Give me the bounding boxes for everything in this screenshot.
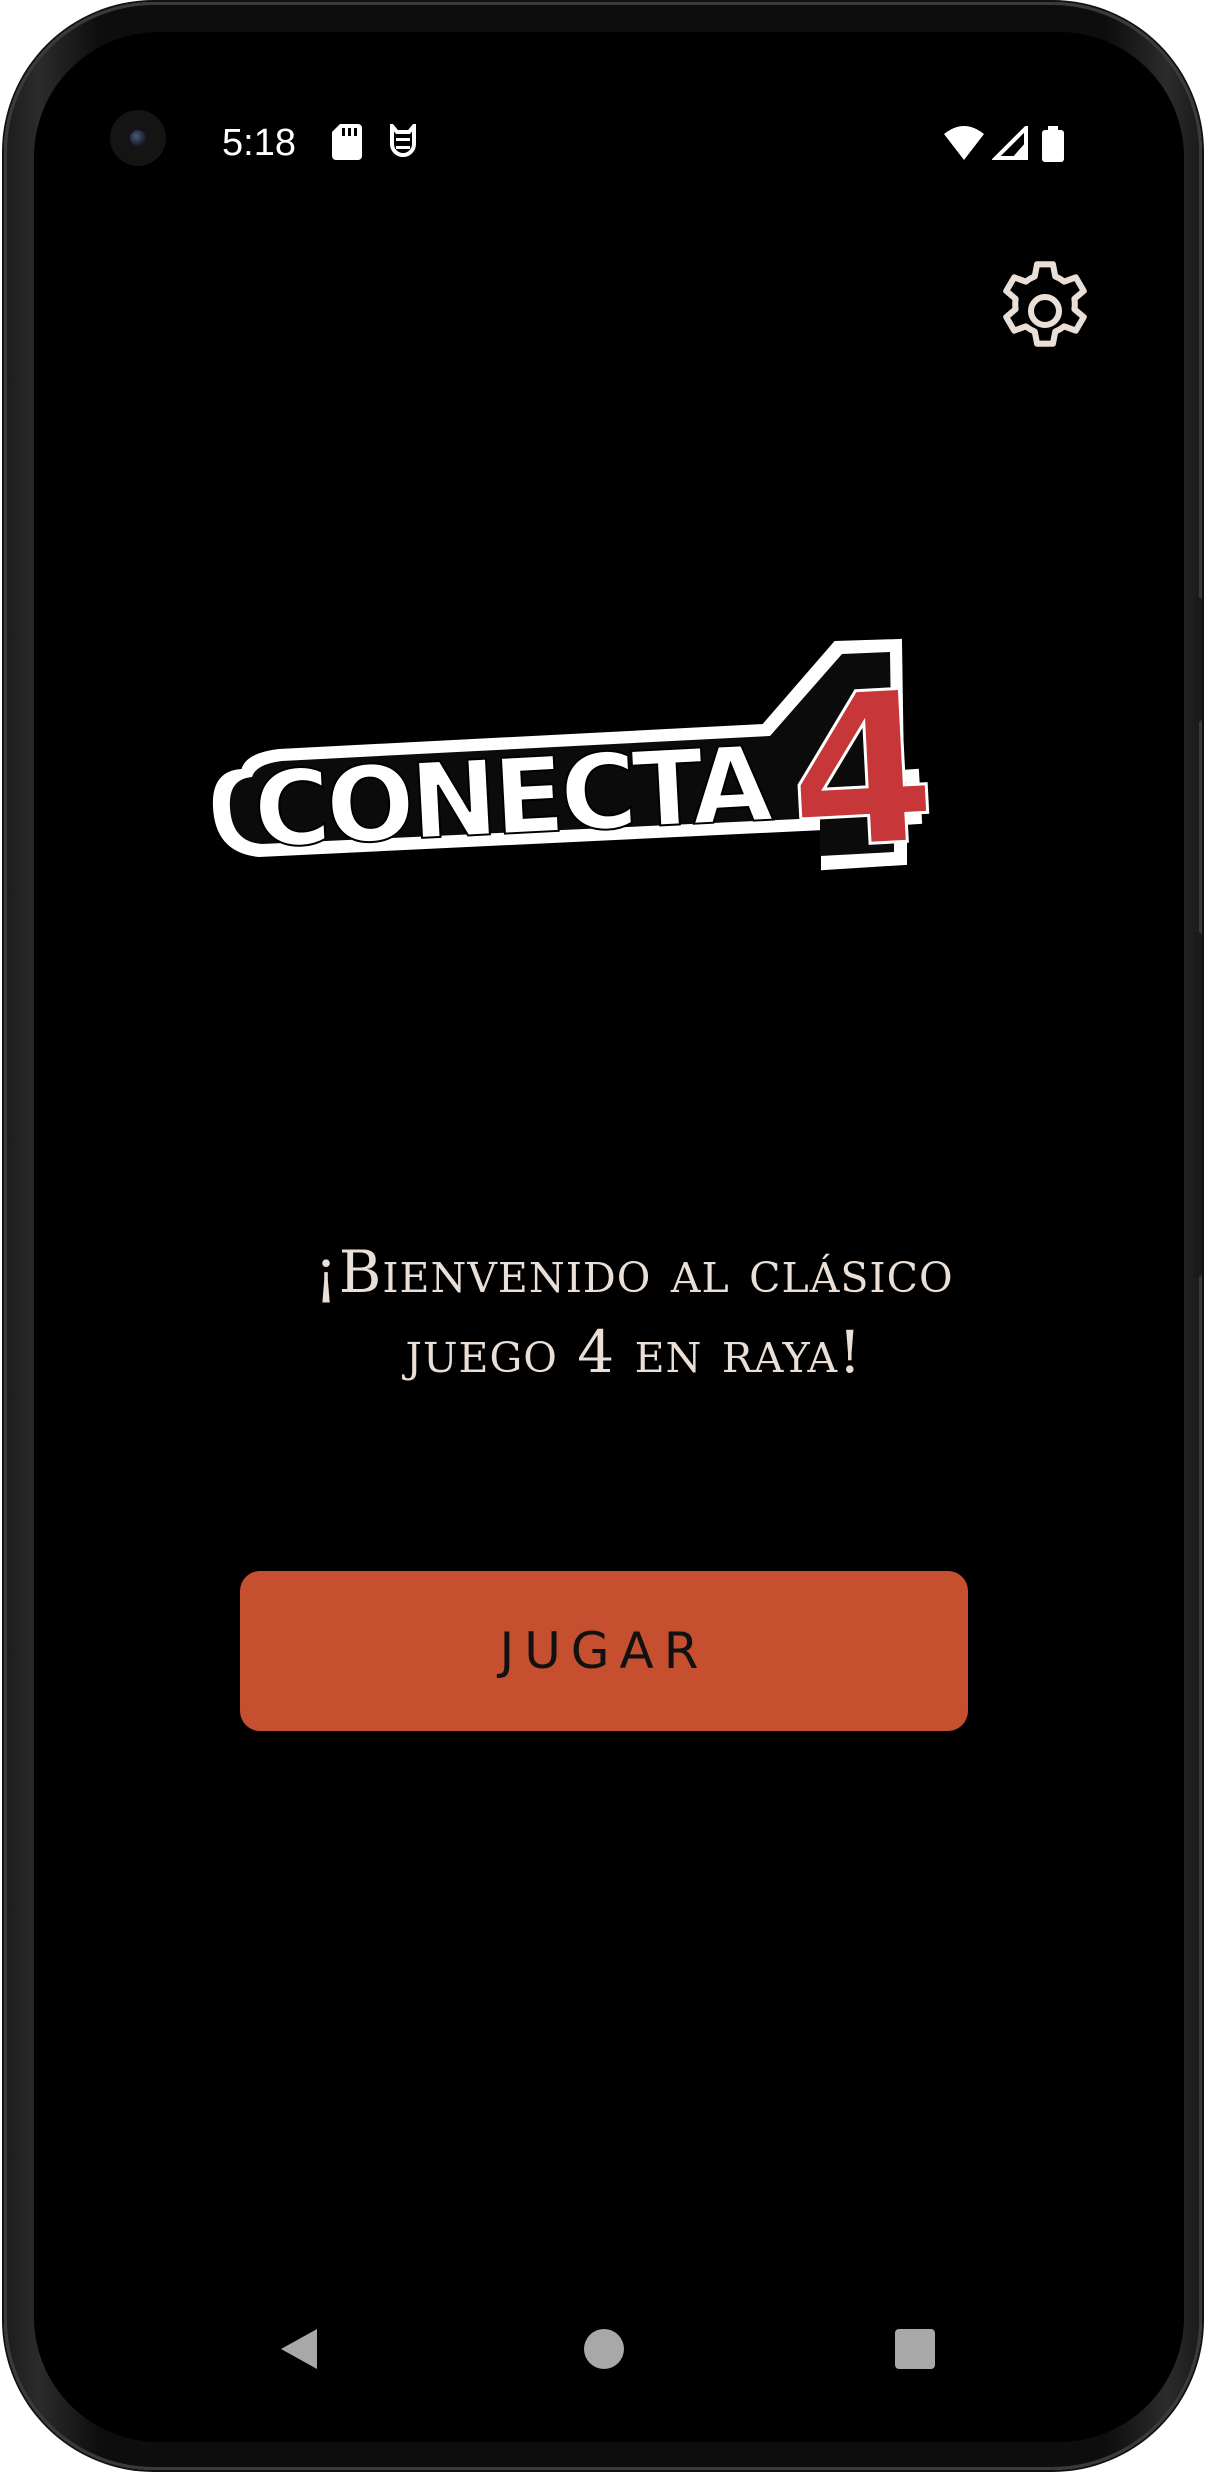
phone-frame: 5:18 CONECTA 4 ¡Bienvenido al clásico ju… bbox=[4, 2, 1202, 2470]
welcome-message: ¡Bienvenido al clásico juego 4 en raya! bbox=[184, 1232, 1084, 1392]
front-camera bbox=[110, 110, 166, 166]
back-icon bbox=[281, 2329, 317, 2369]
nav-home-button[interactable] bbox=[569, 2314, 639, 2384]
volume-button bbox=[1193, 932, 1202, 1277]
welcome-line-1: ¡Bienvenido al clásico bbox=[314, 1238, 954, 1306]
cell-signal-icon bbox=[991, 123, 1028, 164]
wifi-icon bbox=[944, 126, 984, 164]
screen: 5:18 CONECTA 4 ¡Bienvenido al clásico ju… bbox=[34, 32, 1184, 2442]
nav-back-button[interactable] bbox=[264, 2314, 334, 2384]
conecta4-logo: CONECTA 4 bbox=[204, 622, 1034, 922]
recents-icon bbox=[895, 2329, 935, 2369]
welcome-line-2: juego 4 en raya! bbox=[405, 1318, 863, 1386]
status-time: 5:18 bbox=[222, 122, 296, 164]
svg-text:4: 4 bbox=[783, 645, 942, 897]
settings-button[interactable] bbox=[984, 250, 1106, 372]
android-debug-icon bbox=[388, 120, 418, 166]
svg-text:CONECTA: CONECTA bbox=[251, 723, 775, 872]
battery-icon bbox=[1042, 126, 1064, 166]
gear-icon bbox=[1003, 261, 1087, 347]
play-button[interactable]: JUGAR bbox=[240, 1571, 968, 1731]
nav-recents-button[interactable] bbox=[880, 2314, 950, 2384]
home-icon bbox=[584, 2329, 624, 2369]
sd-card-icon bbox=[332, 124, 362, 164]
power-button bbox=[1193, 597, 1202, 722]
